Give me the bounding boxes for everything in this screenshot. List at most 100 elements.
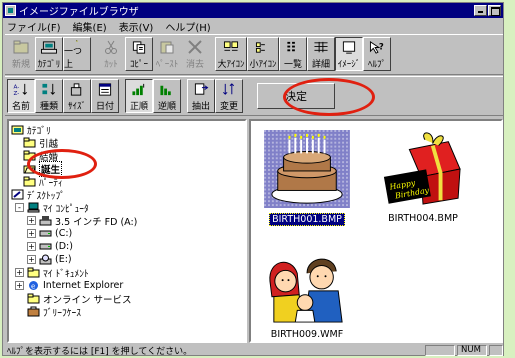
tree-item-label: (C:) xyxy=(55,228,73,239)
svg-text:A-: A- xyxy=(14,85,20,91)
status-bar: ﾍﾙﾌﾟを表示するには [F1] を押してください。 NUM xyxy=(5,344,503,357)
list-icon xyxy=(287,41,295,52)
folder-icon xyxy=(27,293,40,304)
thumbnail-pane[interactable]: BIRTH001.BMP Happy Birthday BIRTH004.BMP xyxy=(249,119,503,343)
small-icons-icon xyxy=(255,42,265,53)
expand-toggle[interactable]: + xyxy=(27,255,36,264)
tree-item-label: オンライン サービス xyxy=(43,294,132,306)
svg-text:e: e xyxy=(31,283,35,291)
tree-item-label: (D:) xyxy=(55,241,73,252)
tree-item-category[interactable]: ｶﾃｺﾞﾘ xyxy=(11,123,51,137)
maximize-button[interactable] xyxy=(488,5,501,16)
tree-item-label: ｶﾃｺﾞﾘ xyxy=(27,125,51,137)
tree-item-my-documents[interactable]: + ﾏｲ ﾄﾞｷｭﾒﾝﾄ xyxy=(15,266,89,280)
details-button[interactable]: 詳細 xyxy=(307,37,335,71)
large-icons-button[interactable]: 大ｱｲｺﾝ xyxy=(215,37,247,71)
svg-text:?: ? xyxy=(379,41,384,51)
image-view-button[interactable]: ｲﾒｰｼﾞ xyxy=(335,37,363,71)
extract-label: 抽出 xyxy=(191,102,210,112)
details-icon xyxy=(314,41,328,53)
change-icon xyxy=(223,83,235,95)
list-button[interactable]: 一覧 xyxy=(279,37,307,71)
new-button[interactable]: 新規 xyxy=(7,37,35,71)
small-icons-button-label: 小ｱｲｺﾝ xyxy=(249,60,277,70)
new-folder-icon xyxy=(13,40,29,54)
drive-icon xyxy=(39,243,52,250)
sort-type-button[interactable]: 種類 xyxy=(35,79,63,113)
desktop-icon xyxy=(11,189,24,200)
extract-icon xyxy=(194,83,209,95)
tree-item-drive-e[interactable]: + (E:) xyxy=(27,253,72,266)
tree-item-internet-explorer[interactable]: + e Internet Explorer xyxy=(15,279,123,292)
cut-icon xyxy=(105,40,117,54)
tree-item-label: ﾏｲ ｺﾝﾋﾟｭｰﾀ xyxy=(43,203,89,215)
expand-toggle[interactable]: + xyxy=(15,281,24,290)
paste-icon xyxy=(160,41,174,54)
tree-item-floppy[interactable]: + 3.5 インチ FD (A:) xyxy=(27,214,138,228)
help-button[interactable]: ? ﾍﾙﾌﾟ xyxy=(363,37,391,71)
drive-icon xyxy=(39,230,52,237)
ascending-button[interactable]: 正順 xyxy=(125,79,153,113)
tree-item-moving[interactable]: 引越 xyxy=(23,136,58,150)
delete-button[interactable]: 消去 xyxy=(181,37,209,71)
tree-item-desktop[interactable]: ﾃﾞｽｸﾄｯﾌﾟ xyxy=(11,188,65,202)
extract-button[interactable]: 抽出 xyxy=(187,79,215,113)
tree-item-my-computer[interactable]: - ﾏｲ ｺﾝﾋﾟｭｰﾀ xyxy=(15,201,89,215)
expand-toggle[interactable]: + xyxy=(27,229,36,238)
expand-toggle[interactable]: + xyxy=(27,242,36,251)
sort-name-button[interactable]: A- Z- 名前 xyxy=(7,79,35,113)
sort-name-label: 名前 xyxy=(11,102,30,112)
ie-icon: e xyxy=(29,281,38,291)
menu-bar: ファイル(F) 編集(E) 表示(V) ヘルプ(H) xyxy=(3,18,503,34)
sort-toolbar: A- Z- 名前 種類 ｻｲｽﾞ 日付 正順 逆順 抽出 変更 決定 xyxy=(5,76,503,116)
main-toolbar: 新規 ｶﾃｺﾞﾘ 一つ上 ｶｯﾄ ｺﾋﾟｰ ﾍﾟｰｽﾄ 消去 大ｱｲｺﾝ 小ｱｲ… xyxy=(5,34,503,75)
image-view-button-label: ｲﾒｰｼﾞ xyxy=(337,60,361,70)
floppy-icon xyxy=(39,216,52,226)
sort-size-button[interactable]: ｻｲｽﾞ xyxy=(63,79,91,113)
menu-edit[interactable]: 編集(E) xyxy=(73,19,107,34)
highlight-circle-birthday xyxy=(27,149,97,179)
thumbnail-birth009[interactable]: BIRTH009.WMF xyxy=(263,245,351,340)
category-button[interactable]: ｶﾃｺﾞﾘ xyxy=(35,37,63,71)
cut-button[interactable]: ｶｯﾄ xyxy=(97,37,125,71)
small-icons-button[interactable]: 小ｱｲｺﾝ xyxy=(247,37,279,71)
sort-date-icon xyxy=(98,83,112,96)
up-one-button[interactable]: 一つ上 xyxy=(63,37,91,71)
copy-button-label: ｺﾋﾟｰ xyxy=(129,60,148,70)
app-icon[interactable] xyxy=(5,5,16,16)
category-icon xyxy=(41,41,57,54)
details-button-label: 詳細 xyxy=(311,60,330,70)
gift-box-icon: Happy Birthday xyxy=(379,129,467,209)
tree-item-drive-c[interactable]: + (C:) xyxy=(27,227,72,240)
tree-item-briefcase[interactable]: ﾌﾞﾘｰﾌｹｰｽ xyxy=(27,305,81,319)
descending-button[interactable]: 逆順 xyxy=(153,79,181,113)
menu-help[interactable]: ヘルプ(H) xyxy=(165,19,210,34)
sort-type-icon xyxy=(42,83,55,95)
menu-view[interactable]: 表示(V) xyxy=(119,19,154,34)
tree-item-drive-d[interactable]: + (D:) xyxy=(27,240,73,253)
sort-date-button[interactable]: 日付 xyxy=(91,79,119,113)
minimize-button[interactable] xyxy=(474,5,487,16)
thumbnail-birth004[interactable]: Happy Birthday BIRTH004.BMP xyxy=(379,129,467,224)
delete-icon xyxy=(188,40,202,54)
menu-file[interactable]: ファイル(F) xyxy=(7,19,61,34)
status-panel xyxy=(425,344,455,356)
family-icon xyxy=(263,245,351,325)
help-button-label: ﾍﾙﾌﾟ xyxy=(367,60,386,70)
copy-button[interactable]: ｺﾋﾟｰ xyxy=(125,37,153,71)
delete-button-label: 消去 xyxy=(185,60,204,70)
expand-toggle[interactable]: + xyxy=(15,268,24,277)
title-bar[interactable]: イメージファイルブラウザ xyxy=(3,3,503,18)
collapse-toggle[interactable]: - xyxy=(15,203,24,212)
descending-icon xyxy=(160,85,171,96)
thumbnail-birth001[interactable]: BIRTH001.BMP xyxy=(263,129,351,226)
large-icons-button-label: 大ｱｲｺﾝ xyxy=(217,60,245,70)
new-button-label: 新規 xyxy=(11,60,30,70)
expand-toggle[interactable]: + xyxy=(27,216,36,225)
change-button[interactable]: 変更 xyxy=(215,79,243,113)
sort-type-label: 種類 xyxy=(39,102,58,112)
tree-item-online-services[interactable]: オンライン サービス xyxy=(27,292,132,306)
tree-item-label: 3.5 インチ FD (A:) xyxy=(55,216,138,228)
descending-label: 逆順 xyxy=(157,102,176,112)
paste-button[interactable]: ﾍﾟｰｽﾄ xyxy=(153,37,181,71)
